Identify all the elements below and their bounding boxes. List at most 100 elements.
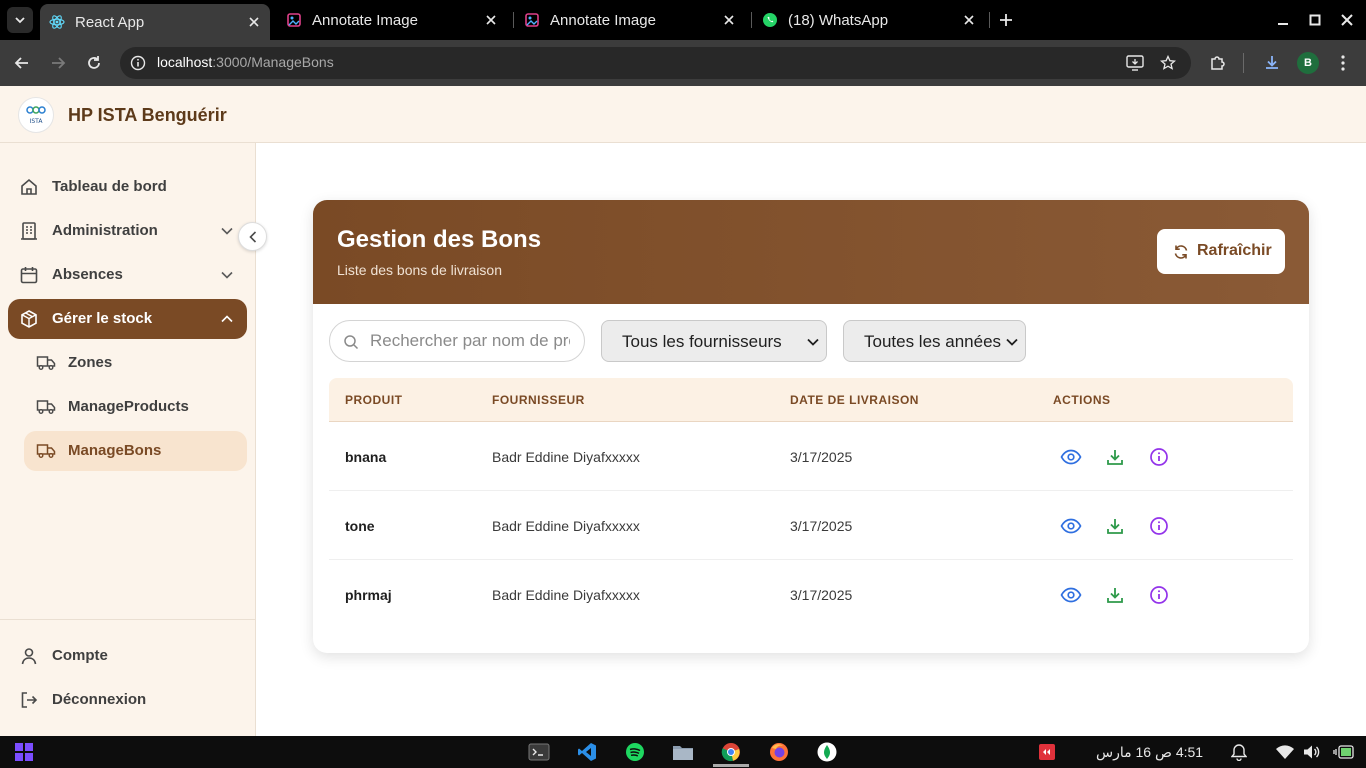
react-icon (49, 14, 65, 30)
sidebar-item-label: ManageProducts (68, 398, 189, 415)
sidebar-subitem-zones[interactable]: Zones (24, 343, 247, 383)
sidebar-item-administration[interactable]: Administration (8, 211, 247, 251)
chevron-down-icon (806, 335, 820, 349)
reload-icon (88, 56, 100, 69)
battery-icon[interactable] (1332, 740, 1356, 764)
puzzle-icon (1211, 56, 1225, 70)
close-icon[interactable] (959, 10, 979, 30)
volume-icon[interactable] (1300, 740, 1324, 764)
wifi-icon[interactable] (1273, 740, 1297, 764)
new-tab-button[interactable] (994, 8, 1018, 32)
tab-title: Annotate Image (312, 11, 418, 29)
info-icon[interactable] (1147, 514, 1171, 538)
notification-bell-icon[interactable] (1227, 740, 1251, 764)
cell-produit: bnana (345, 449, 387, 465)
sidebar-collapse-button[interactable] (238, 222, 267, 251)
sidebar-item-absences[interactable]: Absences (8, 255, 247, 295)
cell-fournisseur: Badr Eddine Diyafxxxxx (492, 449, 640, 465)
building-icon (19, 221, 39, 241)
close-icon[interactable] (719, 10, 739, 30)
tab-separator (751, 12, 752, 28)
table-header: PRODUIT FOURNISSEUR DATE DE LIVRAISON AC… (329, 378, 1293, 422)
cell-date: 3/17/2025 (790, 587, 853, 603)
address-bar[interactable]: localhost:3000/ManageBons (120, 47, 1191, 79)
mongodb-icon[interactable] (815, 740, 839, 764)
tab-separator (989, 12, 990, 28)
maximize-button[interactable] (1303, 8, 1327, 32)
sidebar-item-account[interactable]: Compte (8, 636, 247, 676)
ista-logo-icon: ISTA (26, 106, 46, 125)
download-icon[interactable] (1103, 583, 1127, 607)
supplier-select[interactable]: Tous les fournisseurs (601, 320, 827, 362)
terminal-icon[interactable] (527, 740, 551, 764)
view-icon[interactable] (1059, 445, 1083, 469)
sidebar-item-label: Tableau de bord (52, 178, 167, 195)
table-row: tone Badr Eddine Diyafxxxxx 3/17/2025 (329, 491, 1293, 560)
browser-menu-button[interactable] (1331, 51, 1355, 75)
app-grid-icon[interactable] (12, 740, 36, 764)
tab-title: React App (75, 13, 145, 31)
truck-icon (36, 441, 56, 461)
active-app-indicator (713, 764, 749, 767)
reload-button[interactable] (82, 51, 106, 75)
column-header-date: DATE DE LIVRAISON (790, 393, 919, 407)
profile-avatar[interactable]: B (1297, 52, 1319, 74)
close-icon[interactable] (244, 12, 264, 32)
minimize-button[interactable] (1271, 8, 1295, 32)
downloads-button[interactable] (1260, 51, 1284, 75)
spotify-icon[interactable] (623, 740, 647, 764)
supplier-select-value: Tous les fournisseurs (622, 332, 782, 351)
tab-whatsapp[interactable]: (18) WhatsApp (753, 4, 985, 36)
close-window-button[interactable] (1335, 8, 1359, 32)
toolbar-separator (1243, 53, 1244, 73)
sidebar-item-label: Déconnexion (52, 691, 147, 708)
tab-title: Annotate Image (550, 11, 656, 29)
annotate-icon (524, 12, 540, 28)
extensions-button[interactable] (1206, 51, 1230, 75)
home-icon (19, 177, 39, 197)
sidebar-subitem-manageproducts[interactable]: ManageProducts (24, 387, 247, 427)
sidebar-item-logout[interactable]: Déconnexion (8, 680, 247, 720)
firefox-icon[interactable] (767, 740, 791, 764)
cell-produit: tone (345, 518, 375, 534)
sidebar-item-label: Absences (52, 266, 123, 283)
system-clock[interactable]: 4:51 ص 16 مارس (1096, 744, 1203, 761)
year-select[interactable]: Toutes les années (843, 320, 1026, 362)
site-info-icon[interactable] (128, 53, 148, 73)
cell-produit: phrmaj (345, 587, 392, 603)
bons-card: Gestion des Bons Liste des bons de livra… (313, 200, 1309, 653)
forward-button[interactable] (46, 51, 70, 75)
sidebar-item-dashboard[interactable]: Tableau de bord (8, 167, 247, 207)
screen-record-icon[interactable] (1035, 740, 1059, 764)
download-icon (1266, 56, 1278, 69)
info-icon[interactable] (1147, 445, 1171, 469)
download-icon[interactable] (1103, 445, 1127, 469)
product-search[interactable] (329, 320, 585, 362)
search-input[interactable] (370, 330, 570, 352)
tab-react-app[interactable]: React App (40, 4, 270, 40)
year-select-value: Toutes les années (864, 332, 1002, 351)
install-app-icon[interactable] (1125, 53, 1145, 73)
view-icon[interactable] (1059, 514, 1083, 538)
tab-annotate-image-1[interactable]: Annotate Image (277, 4, 507, 36)
back-button[interactable] (10, 51, 34, 75)
svg-text:ISTA: ISTA (30, 118, 44, 125)
sidebar-item-stock[interactable]: Gérer le stock (8, 299, 247, 339)
info-icon[interactable] (1147, 583, 1171, 607)
sidebar-subitem-managebons[interactable]: ManageBons (24, 431, 247, 471)
bookmark-star-icon[interactable] (1158, 53, 1178, 73)
close-icon[interactable] (481, 10, 501, 30)
refresh-icon (1172, 243, 1190, 261)
download-icon[interactable] (1103, 514, 1127, 538)
vscode-icon[interactable] (575, 740, 599, 764)
tab-search-button[interactable] (7, 7, 33, 33)
view-icon[interactable] (1059, 583, 1083, 607)
calendar-icon (19, 265, 39, 285)
refresh-button[interactable]: Rafraîchir (1157, 229, 1285, 274)
sidebar-item-label: ManageBons (68, 442, 162, 459)
chevron-up-icon (219, 311, 235, 327)
tab-annotate-image-2[interactable]: Annotate Image (515, 4, 745, 36)
browser-tab-bar: React App Annotate Image Annotate Image … (0, 0, 1366, 40)
chrome-icon[interactable] (719, 740, 743, 764)
files-icon[interactable] (671, 740, 695, 764)
